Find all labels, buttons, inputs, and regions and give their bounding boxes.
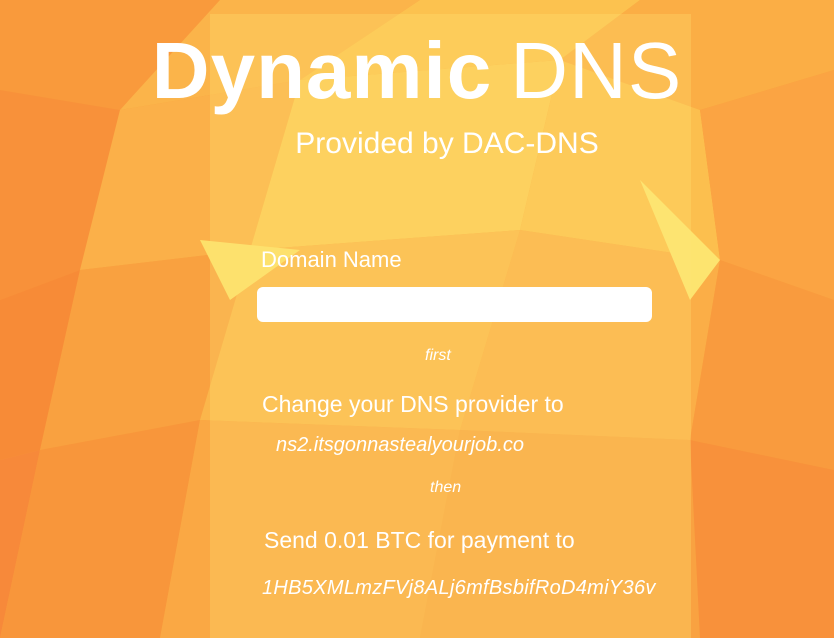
dns-instruction-text: Change your DNS provider to: [262, 391, 564, 417]
step-separator-first: first: [425, 347, 451, 364]
page-title: Dynamic DNS: [0, 26, 834, 116]
page-subtitle: Provided by DAC-DNS: [295, 127, 599, 160]
domain-name-input[interactable]: [257, 287, 652, 322]
title-light: DNS: [510, 26, 683, 115]
domain-name-label: Domain Name: [261, 247, 402, 272]
step-separator-then: then: [430, 479, 462, 496]
payment-instruction-text: Send 0.01 BTC for payment to: [264, 527, 575, 553]
title-bold: Dynamic: [151, 26, 493, 115]
nameserver-value: ns2.itsgonnastealyourjob.co: [276, 434, 524, 456]
btc-address-value: 1HB5XMLmzFVj8ALj6mfBsbifRoD4miY36v: [262, 577, 656, 599]
